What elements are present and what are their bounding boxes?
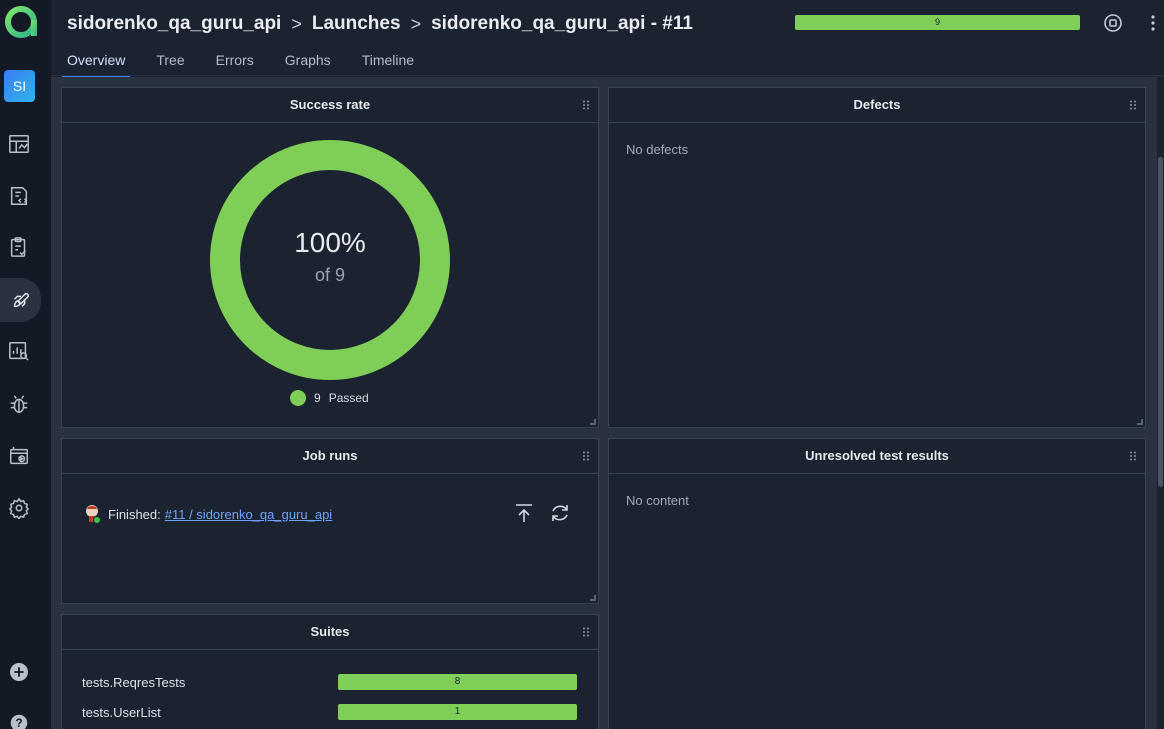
analytics-icon[interactable] xyxy=(0,331,38,371)
defects-icon[interactable] xyxy=(0,384,38,424)
drag-handle-icon[interactable] xyxy=(582,451,590,461)
job-runs-widget: Job runs Finished: #11 / sidorenko_qa_gu… xyxy=(61,438,599,604)
tab-tree[interactable]: Tree xyxy=(151,50,189,76)
success-donut-chart xyxy=(210,140,450,380)
donut-passed-ring xyxy=(210,140,450,380)
defects-empty-text: No defects xyxy=(626,142,689,157)
header: sidorenko_qa_guru_api > Launches > sidor… xyxy=(51,0,1164,79)
tab-timeline[interactable]: Timeline xyxy=(357,50,419,76)
launches-icon[interactable] xyxy=(0,278,41,322)
scrollbar-thumb[interactable] xyxy=(1158,157,1163,487)
widget-title: Unresolved test results xyxy=(609,439,1145,474)
rerun-icon[interactable] xyxy=(549,502,571,529)
test-cases-icon[interactable] xyxy=(0,176,38,216)
scrollbar[interactable] xyxy=(1157,77,1164,729)
stop-launch-icon[interactable] xyxy=(1101,11,1125,35)
allure-logo-icon[interactable] xyxy=(3,4,39,40)
breadcrumb-launches[interactable]: Launches xyxy=(312,13,401,35)
launch-progress-bar[interactable]: 9 xyxy=(795,15,1080,30)
drag-handle-icon[interactable] xyxy=(582,100,590,110)
breadcrumb-project[interactable]: sidorenko_qa_guru_api xyxy=(67,13,281,35)
suite-passed-bar: 1 xyxy=(338,704,577,720)
widget-title: Suites xyxy=(62,615,598,650)
defects-widget: Defects No defects xyxy=(608,87,1146,428)
job-run-link[interactable]: #11 / sidorenko_qa_guru_api xyxy=(165,507,332,522)
suite-name: tests.ReqresTests xyxy=(82,674,186,690)
legend-label: Passed xyxy=(328,391,369,405)
jobs-icon[interactable] xyxy=(0,436,38,476)
breadcrumb-separator-icon: > xyxy=(410,13,422,34)
tab-graphs[interactable]: Graphs xyxy=(280,50,336,76)
resize-handle-icon[interactable] xyxy=(590,595,596,601)
tab-overview[interactable]: Overview xyxy=(62,50,131,79)
drag-handle-icon[interactable] xyxy=(1129,451,1137,461)
success-rate-widget: Success rate 100% of 9 9 Passed xyxy=(61,87,599,428)
suite-passed-bar: 8 xyxy=(338,674,577,690)
resize-handle-icon[interactable] xyxy=(1137,419,1143,425)
unresolved-results-widget: Unresolved test results No content xyxy=(608,438,1146,729)
legend-count: 9 xyxy=(314,391,321,405)
widget-title: Job runs xyxy=(62,439,598,474)
legend: 9 Passed xyxy=(290,390,369,406)
upload-icon[interactable] xyxy=(513,502,535,529)
svg-text:?: ? xyxy=(15,716,22,729)
project-avatar[interactable]: SI xyxy=(4,70,35,102)
suite-row[interactable]: tests.ReqresTests 8 xyxy=(82,674,578,690)
unresolved-empty-text: No content xyxy=(626,493,689,508)
widget-title: Defects xyxy=(609,88,1145,123)
job-run-row: Finished: #11 / sidorenko_qa_guru_api xyxy=(84,503,332,525)
widget-title: Success rate xyxy=(62,88,598,123)
sidebar: SI ? xyxy=(0,0,51,729)
test-plans-icon[interactable] xyxy=(0,227,38,267)
suite-name: tests.UserList xyxy=(82,704,161,720)
help-icon[interactable]: ? xyxy=(0,703,38,729)
job-status: Finished: xyxy=(108,506,161,522)
jenkins-icon xyxy=(86,505,101,524)
suites-widget: Suites tests.ReqresTests 8 tests.UserLis… xyxy=(61,614,599,729)
breadcrumb: sidorenko_qa_guru_api > Launches > sidor… xyxy=(67,13,693,35)
resize-handle-icon[interactable] xyxy=(590,419,596,425)
tab-bar: Overview Tree Errors Graphs Timeline xyxy=(62,50,440,79)
dashboard-icon[interactable] xyxy=(0,124,38,164)
passed-dot-icon xyxy=(290,390,306,406)
drag-handle-icon[interactable] xyxy=(1129,100,1137,110)
breadcrumb-separator-icon: > xyxy=(291,13,302,34)
tab-errors[interactable]: Errors xyxy=(211,50,259,76)
suite-row[interactable]: tests.UserList 1 xyxy=(82,704,578,720)
success-total: of 9 xyxy=(314,265,346,285)
success-percent: 100% xyxy=(294,227,366,258)
more-menu-icon[interactable] xyxy=(1141,11,1164,35)
drag-handle-icon[interactable] xyxy=(582,627,590,637)
breadcrumb-launch: sidorenko_qa_guru_api - #11 xyxy=(431,13,693,34)
add-icon[interactable] xyxy=(0,652,38,692)
settings-icon[interactable] xyxy=(0,488,38,528)
